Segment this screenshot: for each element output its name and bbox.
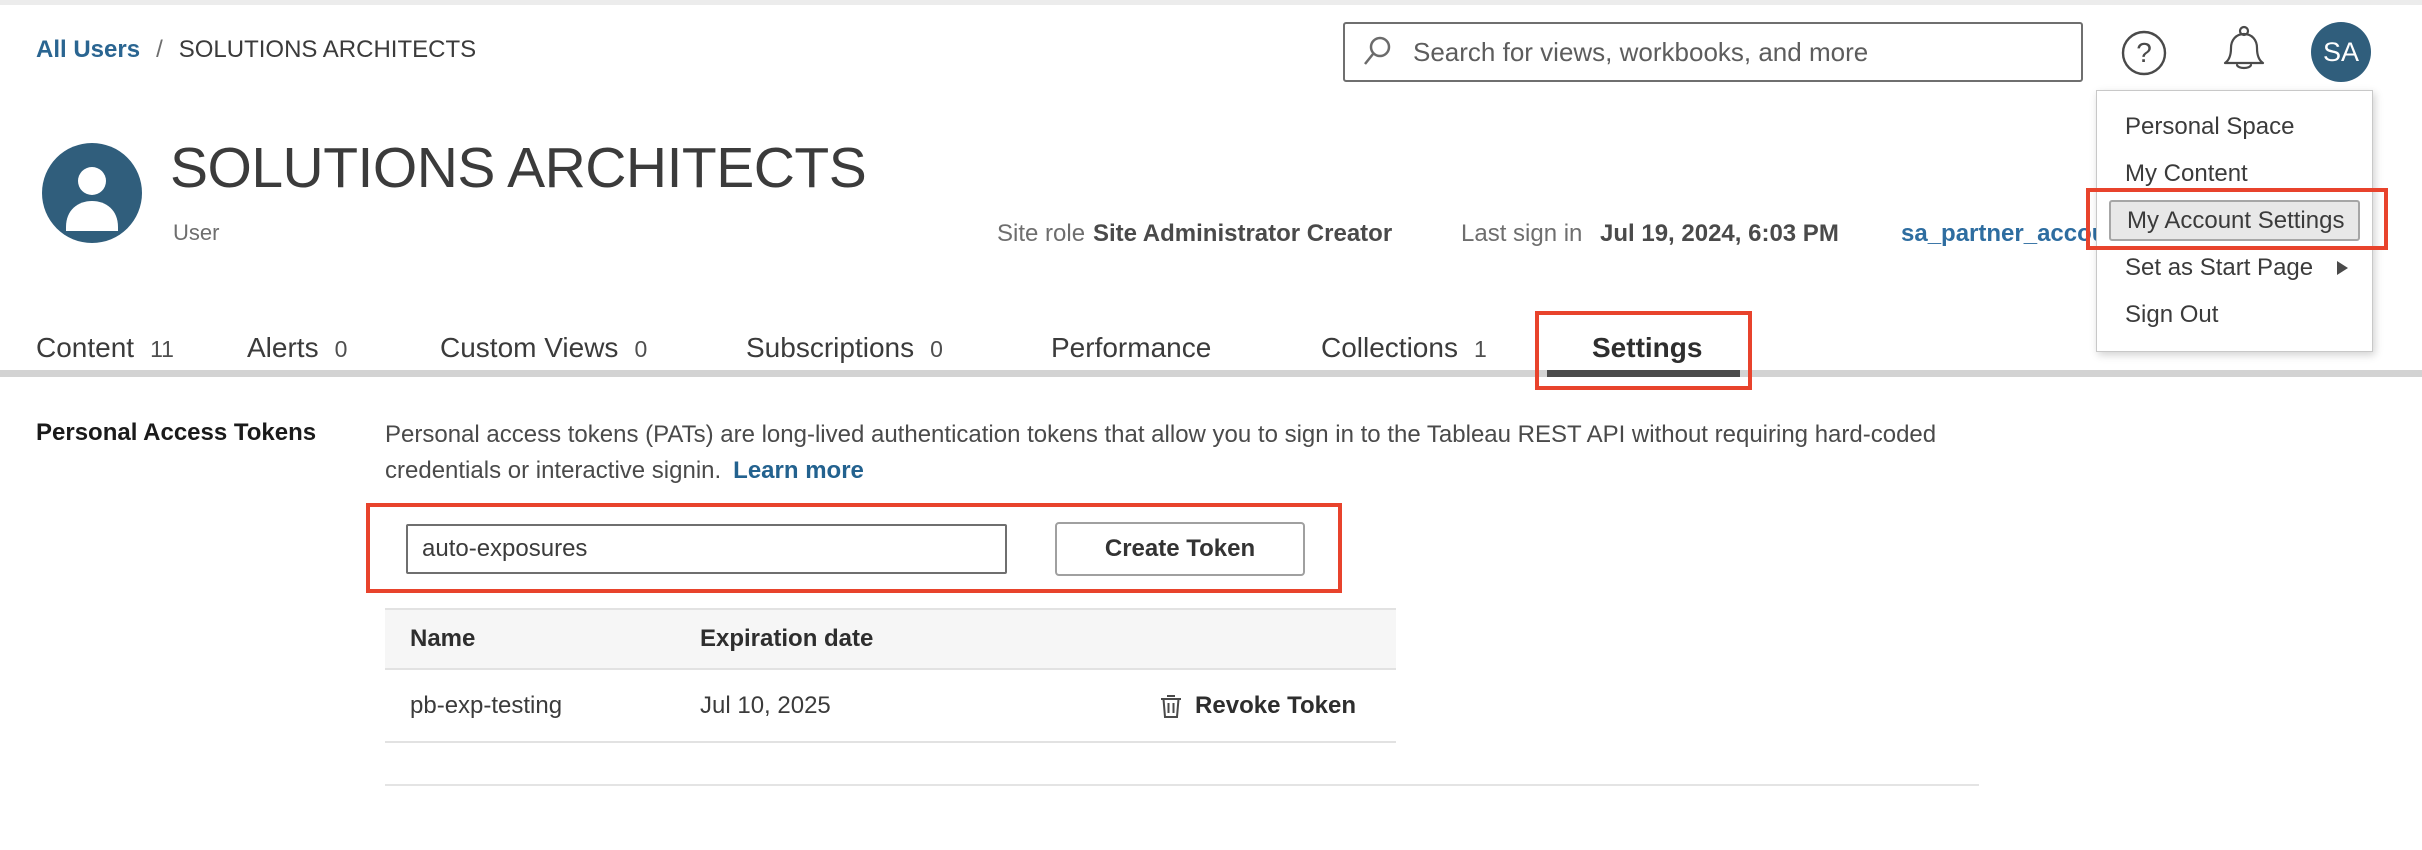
token-table-header: Name Expiration date bbox=[385, 608, 1396, 670]
breadcrumb: All Users / SOLUTIONS ARCHITECTS bbox=[36, 36, 476, 64]
tab-settings[interactable]: Settings bbox=[1592, 332, 1702, 364]
search-box[interactable] bbox=[1343, 22, 2083, 82]
section-divider bbox=[385, 784, 1979, 786]
pat-description-line1: Personal access tokens (PATs) are long-l… bbox=[385, 417, 1936, 453]
tab-label: Performance bbox=[1051, 332, 1211, 364]
token-table: Name Expiration date pb-exp-testing Jul … bbox=[385, 608, 1396, 743]
search-input[interactable] bbox=[1411, 36, 2055, 69]
tab-collections[interactable]: Collections 1 bbox=[1321, 332, 1487, 364]
menu-item-my-account-settings[interactable]: My Account Settings bbox=[2109, 200, 2360, 241]
column-header-expiration: Expiration date bbox=[700, 625, 1120, 653]
menu-item-personal-space[interactable]: Personal Space bbox=[2097, 103, 2372, 150]
profile-avatar bbox=[42, 143, 142, 243]
token-name-input[interactable] bbox=[406, 524, 1007, 574]
tab-count: 1 bbox=[1474, 336, 1487, 363]
account-name-link[interactable]: sa_partner_accou bbox=[1901, 220, 2106, 248]
breadcrumb-all-users[interactable]: All Users bbox=[36, 36, 140, 64]
user-type-label: User bbox=[173, 220, 219, 246]
token-expiration-cell: Jul 10, 2025 bbox=[700, 692, 1120, 720]
tab-content[interactable]: Content 11 bbox=[36, 332, 174, 364]
window-top-edge bbox=[0, 0, 2422, 5]
active-tab-underline bbox=[1547, 370, 1740, 377]
menu-item-set-as-start-page[interactable]: Set as Start Page bbox=[2097, 244, 2372, 291]
user-avatar-button[interactable]: SA bbox=[2311, 22, 2371, 82]
pat-description-line2: credentials or interactive signin. bbox=[385, 457, 721, 484]
breadcrumb-current: SOLUTIONS ARCHITECTS bbox=[179, 36, 476, 64]
account-dropdown-menu: Personal Space My Content My Account Set… bbox=[2096, 90, 2373, 352]
section-heading-personal-access-tokens: Personal Access Tokens bbox=[36, 419, 316, 447]
tab-custom-views[interactable]: Custom Views 0 bbox=[440, 332, 647, 364]
site-role-value: Site Administrator Creator bbox=[1093, 220, 1392, 248]
last-sign-in-value: Jul 19, 2024, 6:03 PM bbox=[1600, 220, 1839, 248]
breadcrumb-separator: / bbox=[156, 36, 163, 64]
search-icon bbox=[1361, 34, 1397, 70]
submenu-arrow-icon bbox=[2337, 261, 2348, 275]
tab-label: Collections bbox=[1321, 332, 1458, 364]
svg-text:?: ? bbox=[2136, 37, 2152, 68]
menu-item-sign-out[interactable]: Sign Out bbox=[2097, 291, 2372, 338]
token-name-cell: pb-exp-testing bbox=[385, 692, 700, 720]
menu-item-label: Set as Start Page bbox=[2125, 254, 2313, 282]
site-role-label: Site role bbox=[997, 220, 1085, 248]
table-row: pb-exp-testing Jul 10, 2025 Revoke Token bbox=[385, 670, 1396, 743]
avatar-initials: SA bbox=[2323, 37, 2359, 68]
tab-label: Custom Views bbox=[440, 332, 618, 364]
help-button[interactable]: ? bbox=[2120, 29, 2168, 77]
tab-performance[interactable]: Performance bbox=[1051, 332, 1211, 364]
tab-label: Content bbox=[36, 332, 134, 364]
tab-label: Settings bbox=[1592, 332, 1702, 364]
person-icon bbox=[42, 143, 142, 243]
revoke-token-label: Revoke Token bbox=[1195, 692, 1356, 720]
tab-subscriptions[interactable]: Subscriptions 0 bbox=[746, 332, 943, 364]
tab-count: 0 bbox=[634, 336, 647, 363]
tab-count: 0 bbox=[335, 336, 348, 363]
tab-count: 0 bbox=[930, 336, 943, 363]
pat-description: Personal access tokens (PATs) are long-l… bbox=[385, 417, 1936, 489]
tab-count: 11 bbox=[150, 336, 174, 363]
create-token-button[interactable]: Create Token bbox=[1055, 522, 1305, 576]
notifications-bell-button[interactable] bbox=[2221, 24, 2267, 80]
tab-label: Alerts bbox=[247, 332, 319, 364]
tab-underline-track bbox=[0, 370, 2422, 377]
tab-alerts[interactable]: Alerts 0 bbox=[247, 332, 347, 364]
revoke-token-button[interactable]: Revoke Token bbox=[1159, 692, 1396, 720]
learn-more-link[interactable]: Learn more bbox=[733, 457, 864, 484]
column-header-name: Name bbox=[385, 625, 700, 653]
menu-item-my-content[interactable]: My Content bbox=[2097, 150, 2372, 197]
trash-icon bbox=[1159, 692, 1183, 720]
last-sign-in-label: Last sign in bbox=[1461, 220, 1582, 248]
tableau-user-settings-page: All Users / SOLUTIONS ARCHITECTS ? SA bbox=[0, 0, 2422, 850]
page-title: SOLUTIONS ARCHITECTS bbox=[170, 135, 866, 201]
tab-label: Subscriptions bbox=[746, 332, 914, 364]
